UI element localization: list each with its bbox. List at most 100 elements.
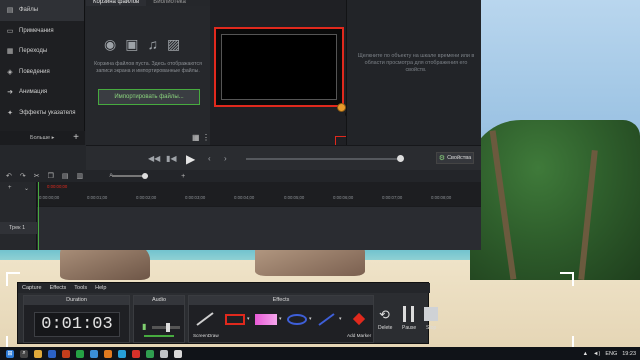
files-icon: ▤ [6,7,14,15]
audio-volume-knob[interactable] [166,323,170,332]
add-marker-label: Add Marker [347,333,372,338]
stop-label[interactable]: Stop [426,325,436,331]
menu-help[interactable]: Help [95,285,106,291]
recording-controls: ⟲ Delete Pause Stop [376,295,438,343]
more-button[interactable]: Больше ▸ [30,135,54,141]
pause-icon[interactable] [403,306,414,322]
preview-canvas[interactable] [210,0,375,146]
track-1-lane[interactable] [37,206,481,250]
frame-back-icon[interactable]: ▮◀ [166,154,177,163]
empty-bin-message: Корзина файлов пуста. Здесь отображаются… [94,61,202,74]
network-icon[interactable]: ▲ [583,351,588,357]
audio-volume-slider[interactable] [152,323,180,332]
rectangle-dropdown-icon[interactable]: ▾ [247,316,250,322]
language-indicator[interactable]: ENG [605,351,617,357]
video-icon: ▣ [125,36,139,52]
sidebar-item-label: Эффекты указателя [19,109,76,116]
sidebar-item-notes[interactable]: ▭ Примечания [0,21,84,42]
ellipse-tool-icon[interactable] [287,314,307,325]
add-track-icon[interactable]: + [8,185,12,191]
volume-icon[interactable]: ◄) [593,351,600,357]
sidebar-item-cursor-effects[interactable]: ✦ Эффекты указателя [0,103,84,124]
highlight-dropdown-icon[interactable]: ▾ [279,316,282,322]
timeline-ruler[interactable]: 0:00:00;00 0:00:00;00 0:00:01;00 0:00:02… [37,182,481,206]
sidebar-item-transitions[interactable]: ▦ Переходы [0,41,84,62]
menu-capture[interactable]: Capture [22,285,42,291]
cut-icon[interactable]: ✂ [34,172,40,180]
ellipse-dropdown-icon[interactable]: ▾ [309,316,312,322]
sidebar-item-label: Поведения [19,68,50,75]
whatsapp-icon[interactable] [76,349,84,358]
explorer-icon[interactable] [34,349,42,358]
app-icon[interactable] [104,349,112,358]
delete-icon[interactable]: ⟲ [379,307,390,323]
powerpoint-icon[interactable] [62,349,70,358]
zoom-in-icon[interactable]: + [181,173,185,180]
step-back-icon[interactable]: ◀◀ [148,154,160,163]
zoom-slider[interactable] [112,173,148,179]
stop-icon[interactable] [424,307,438,321]
split-icon[interactable]: ▥ [77,172,84,180]
track-label[interactable]: Трек 1 [0,222,37,234]
copy-icon[interactable]: ❐ [48,172,54,180]
ruler-tick: 0:00:02;00 [136,195,157,200]
highlight-tool-icon[interactable] [255,314,277,325]
undo-icon[interactable]: ↶ [6,172,12,180]
telegram-icon[interactable] [118,349,126,358]
menu-effects[interactable]: Effects [50,285,67,291]
ruler-tick: 0:00:01;00 [87,195,108,200]
skype-icon[interactable] [90,349,98,358]
recorder-toolbar: Capture Effects Tools Help Duration 0:01… [17,282,438,344]
media-type-icons: ◉ ▣ ♫ ▨ [104,36,180,53]
opera-icon[interactable] [132,349,140,358]
ruler-tick: 0:00:07;00 [382,195,403,200]
preview-video [221,34,337,100]
playhead-time: 0:00:00;00 [47,184,68,189]
redo-icon[interactable]: ↷ [20,172,26,180]
file-bin-panel: ◉ ▣ ♫ ▨ Корзина файлов пуста. Здесь отоб… [86,6,210,145]
search-icon[interactable]: ⌕ [20,349,28,358]
duration-section: Duration 0:01:03 [23,295,130,343]
play-button[interactable]: ▶ [186,152,195,166]
sidebar-footer: Больше ▸ + [0,131,85,145]
more-options-icon[interactable]: ⋮ [202,133,210,142]
pen-dropdown-icon[interactable]: ▾ [339,316,342,322]
app-icon[interactable] [174,349,182,358]
camtasia-icon[interactable] [146,349,154,358]
delete-label[interactable]: Delete [378,325,392,331]
capture-corner[interactable] [560,272,574,286]
word-icon[interactable] [48,349,56,358]
sidebar-item-files[interactable]: ▤ Файлы [0,0,84,21]
next-icon[interactable]: › [224,154,227,163]
pause-label[interactable]: Pause [402,325,416,331]
playhead[interactable] [38,182,39,250]
cursor-effects-icon: ✦ [7,109,13,117]
microphone-icon[interactable]: ▮ [142,322,146,331]
menu-tools[interactable]: Tools [74,285,87,291]
sidebar-item-animation[interactable]: ➜ Анимация [0,82,84,103]
rectangle-tool-icon[interactable] [225,314,245,325]
screendraw-pen-icon[interactable] [195,312,217,326]
audio-icon: ♫ [147,36,158,52]
editor-window: ▤ Файлы ▭ Примечания ▦ Переходы ◈ Поведе… [0,0,481,250]
add-tab-button[interactable]: + [73,133,79,143]
previous-icon[interactable]: ‹ [208,154,211,163]
properties-button[interactable]: ⚙ Свойства [436,152,474,164]
sidebar-item-behaviors[interactable]: ◈ Поведения [0,62,84,83]
start-icon[interactable]: ⊞ [6,349,14,358]
collapse-icon[interactable]: ⌄ [24,185,29,192]
animation-icon: ➜ [7,89,13,97]
sidebar-item-label: Примечания [19,27,54,34]
effects-title: Effects [189,296,373,305]
scrub-bar[interactable] [246,155,404,162]
paste-icon[interactable]: ▤ [62,172,69,180]
clock[interactable]: 19:23 [622,351,636,357]
pen-tool-icon[interactable] [317,312,337,326]
ruler-tick: 0:00:00;00 [39,195,60,200]
scrub-knob[interactable] [397,155,404,162]
add-marker-icon[interactable] [351,312,367,326]
import-files-button[interactable]: Импортировать файлы... [98,89,200,105]
zoom-knob[interactable] [142,173,148,179]
grid-view-icon[interactable]: ▦ [192,133,200,142]
recorder-app-icon[interactable] [160,349,168,358]
